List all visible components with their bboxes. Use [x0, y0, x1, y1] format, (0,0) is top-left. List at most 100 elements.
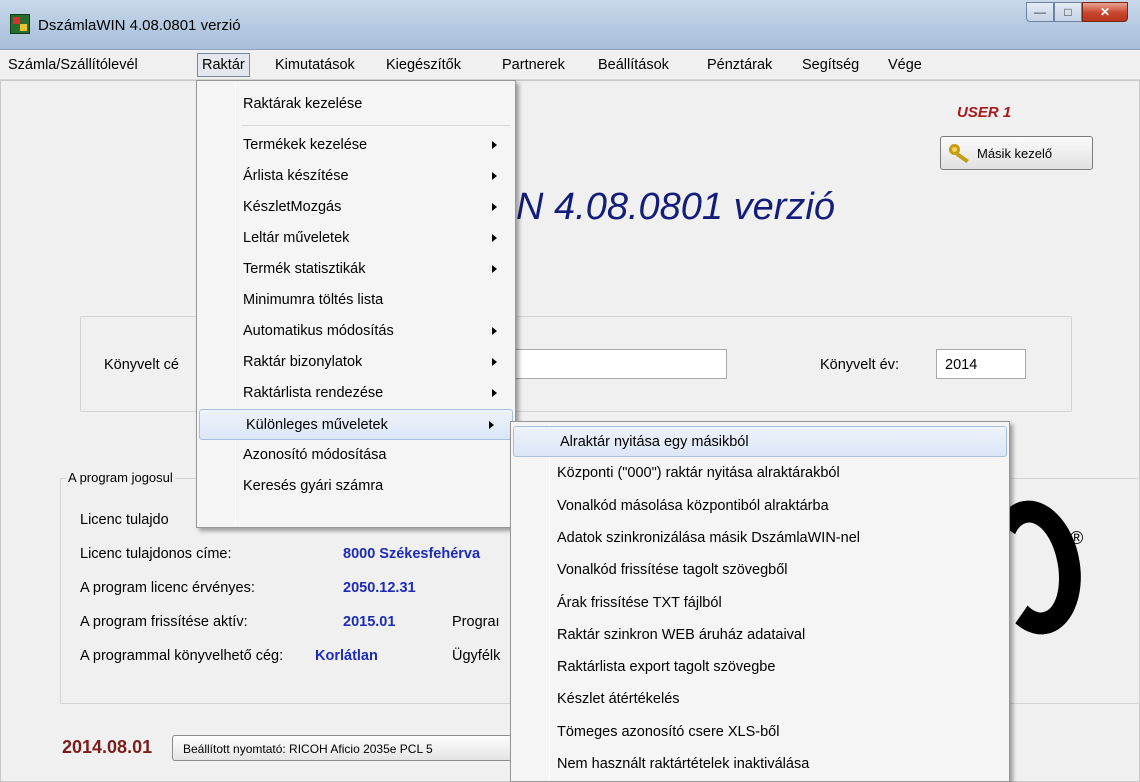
update-active-value: 2015.01	[343, 614, 396, 630]
special-menu-item[interactable]: Raktár szinkron WEB áruház adataival	[511, 620, 1009, 651]
special-menu-item[interactable]: Árak frissítése TXT fájlból	[511, 588, 1009, 619]
special-menu-item[interactable]: Nem használt raktártételek inaktiválása	[511, 749, 1009, 780]
special-menu-item-label: Árak frissítése TXT fájlból	[557, 594, 722, 611]
special-menu-item-label: Vonalkód frissítése tagolt szövegből	[557, 562, 788, 579]
raktar-menu-item[interactable]: Különleges műveletek	[199, 409, 513, 440]
special-menu-item[interactable]: Tömeges azonosító csere XLS-ből	[511, 717, 1009, 748]
raktar-menu-item[interactable]: Termék statisztikák	[197, 254, 515, 285]
close-icon[interactable]: ✕	[1082, 2, 1128, 22]
menu-szamla[interactable]: Számla/Szállítólevél	[8, 57, 138, 73]
special-menu-item-label: Nem használt raktártételek inaktiválása	[557, 756, 810, 772]
raktar-menu-item[interactable]: Raktárlista rendezése	[197, 378, 515, 409]
raktar-menu-item-label: Különleges műveletek	[246, 417, 388, 433]
maximize-icon[interactable]: □	[1054, 2, 1082, 22]
app-icon	[10, 14, 30, 34]
menu-segitseg[interactable]: Segítség	[802, 57, 859, 73]
raktar-menu-item[interactable]: Minimumra töltés lista	[197, 285, 515, 316]
raktar-menu-item-label: Raktár bizonylatok	[243, 354, 363, 370]
special-menu-item-label: Készlet átértékelés	[557, 691, 680, 708]
status-date: 2014.08.01	[62, 737, 153, 757]
special-menu-item[interactable]: Vonalkód frissítése tagolt szövegből	[511, 555, 1009, 586]
submenu-arrow-icon	[492, 234, 497, 242]
license-valid-label: A program licenc érvényes:	[80, 580, 255, 596]
special-menu-item-label: Tömeges azonosító csere XLS-ből	[557, 723, 780, 740]
submenu-arrow-icon	[492, 141, 497, 149]
special-menu-item-label: Vonalkód másolása központiból alraktárba	[557, 497, 829, 514]
raktar-menu-item[interactable]: Raktárak kezelése	[197, 89, 515, 120]
special-menu-item-label: Adatok szinkronizálása másik DszámlaWIN-…	[557, 529, 860, 546]
license-address-label: Licenc tulajdonos címe:	[80, 546, 232, 562]
update-active-label: A program frissítése aktív:	[80, 614, 248, 630]
raktar-menu-item[interactable]: Raktár bizonylatok	[197, 347, 515, 378]
submenu-arrow-icon	[492, 265, 497, 273]
menu-kiegeszitok[interactable]: Kiegészítők	[386, 57, 461, 73]
menu-bar: Számla/Szállítólevél Raktár Kimutatások …	[0, 50, 1140, 80]
raktar-dropdown: Raktárak kezelése Termékek kezelése Árlist…	[196, 80, 516, 528]
menu-partnerek[interactable]: Partnerek	[502, 57, 565, 73]
window-controls: — □ ✕	[1026, 2, 1128, 22]
minimize-icon[interactable]: —	[1026, 2, 1054, 22]
special-menu-item[interactable]: Alraktár nyitása egy másikból	[513, 426, 1007, 457]
special-submenu: Alraktár nyitása egy másikból Központi ("…	[510, 421, 1010, 782]
company-label: Könyvelt cé	[104, 357, 179, 373]
menu-vege[interactable]: Vége	[888, 57, 922, 73]
raktar-menu-item-label: KészletMozgás	[243, 199, 342, 215]
raktar-menu-item-label: Árlista készítése	[243, 168, 349, 184]
submenu-arrow-icon	[489, 421, 494, 429]
submenu-arrow-icon	[492, 203, 497, 211]
year-label: Könyvelt év:	[820, 357, 899, 373]
raktar-menu-item-label: Termék statisztikák	[243, 261, 366, 277]
raktar-menu-item[interactable]: KészletMozgás	[197, 192, 515, 223]
company-count-label: A programmal könyvelhető cég:	[80, 648, 284, 664]
special-menu-item[interactable]: Vonalkód másolása központiból alraktárba	[511, 491, 1009, 522]
license-owner-label: Licenc tulajdo	[80, 512, 169, 528]
submenu-arrow-icon	[492, 389, 497, 397]
menu-penztarak[interactable]: Pénztárak	[707, 57, 772, 73]
year-field[interactable]: 2014	[936, 349, 1026, 379]
submenu-arrow-icon	[492, 358, 497, 366]
raktar-menu-item[interactable]: Termékek kezelése	[197, 130, 515, 161]
raktar-menu-item[interactable]: Azonosító módosítása	[197, 440, 515, 471]
menu-raktar[interactable]: Raktár	[197, 53, 250, 77]
app-title: N 4.08.0801 verzió	[516, 186, 835, 228]
special-menu-item[interactable]: Készlet átértékelés	[511, 684, 1009, 715]
raktar-menu-item-label: Raktárlista rendezése	[243, 385, 384, 401]
raktar-menu-item-label: Minimumra töltés lista	[243, 292, 384, 308]
printer-button[interactable]: Beállított nyomtató: RICOH Aficio 2035e …	[172, 735, 512, 761]
raktar-menu-item[interactable]: Automatikus módosítás	[197, 316, 515, 347]
company-count-value: Korlátlan	[315, 648, 378, 664]
menu-separator	[241, 125, 511, 126]
raktar-menu-item-label: Raktárak kezelése	[243, 96, 363, 112]
special-menu-item[interactable]: Raktárlista export tagolt szövegbe	[511, 652, 1009, 683]
user-label: USER 1	[957, 104, 1012, 121]
special-menu-item-label: Raktár szinkron WEB áruház adataival	[557, 626, 806, 643]
registered-mark: ®	[1070, 528, 1084, 548]
raktar-menu-item[interactable]: Leltár műveletek	[197, 223, 515, 254]
special-menu-item[interactable]: Központi ("000") raktár nyitása alraktár…	[511, 458, 1009, 489]
special-menu-item-label: Központi ("000") raktár nyitása alraktár…	[557, 465, 840, 482]
raktar-menu-item-label: Termékek kezelése	[243, 137, 368, 153]
license-address-value: 8000 Székesfehérva	[343, 546, 481, 562]
menu-kimutatasok[interactable]: Kimutatások	[275, 57, 355, 73]
license-valid-value: 2050.12.31	[343, 580, 416, 596]
company-field[interactable]	[500, 349, 727, 379]
raktar-menu-item[interactable]: Keresés gyári számra	[197, 471, 515, 502]
raktar-menu-item-label: Leltár műveletek	[243, 230, 350, 246]
submenu-arrow-icon	[492, 172, 497, 180]
submenu-arrow-icon	[492, 327, 497, 335]
window-title: DszámlaWIN 4.08.0801 verzió	[38, 17, 241, 34]
key-icon	[949, 144, 971, 164]
other-user-label: Másik kezelő	[977, 145, 1053, 161]
program-extra-label: Prograı	[452, 614, 500, 630]
raktar-menu-item-label: Automatikus módosítás	[243, 323, 394, 339]
special-menu-item-label: Alraktár nyitása egy másikból	[560, 434, 749, 450]
menu-beallitasok[interactable]: Beállítások	[598, 57, 669, 73]
other-user-button[interactable]: Másik kezelő	[940, 136, 1093, 170]
raktar-menu-item-label: Azonosító módosítása	[243, 447, 387, 463]
license-legend: A program jogosul	[66, 470, 175, 485]
raktar-menu-item[interactable]: Árlista készítése	[197, 161, 515, 192]
special-menu-item[interactable]: Adatok szinkronizálása másik DszámlaWIN-…	[511, 523, 1009, 554]
special-menu-item-label: Raktárlista export tagolt szövegbe	[557, 659, 776, 676]
raktar-menu-item-label: Keresés gyári számra	[243, 478, 384, 494]
client-extra-label: Ügyfélk	[452, 648, 501, 664]
